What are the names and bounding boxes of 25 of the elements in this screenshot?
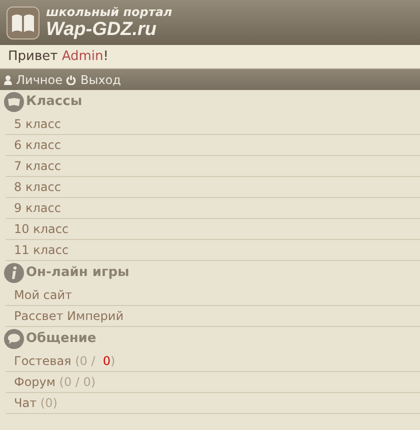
- book-logo-icon[interactable]: [6, 6, 40, 40]
- menu-link[interactable]: 10 класс: [14, 220, 69, 238]
- menu-link[interactable]: 7 класс: [14, 157, 61, 175]
- section-title: Классы: [26, 93, 82, 112]
- menu-link[interactable]: 9 класс: [14, 199, 61, 217]
- nav-link[interactable]: Выход: [66, 70, 121, 88]
- menu-link[interactable]: 8 класс: [14, 178, 61, 196]
- menu-link[interactable]: Форум (0 / 0): [14, 373, 96, 391]
- section-title: Общение: [26, 330, 96, 348]
- menu-link[interactable]: Гостевая (0 / 0): [14, 352, 116, 370]
- greeting-text: Привет Admin!: [8, 48, 108, 66]
- speech-bubble-icon: [4, 329, 24, 349]
- section-title: Он-лайн игры: [26, 264, 130, 282]
- user-icon: [4, 74, 12, 84]
- site-title[interactable]: Wap-GDZ.ru: [46, 20, 172, 39]
- menu-link[interactable]: Мой сайт: [14, 286, 72, 304]
- menu-link[interactable]: 11 класс: [14, 241, 69, 259]
- menu-link[interactable]: Рассвет Империй: [14, 307, 124, 325]
- nav-link[interactable]: Личное: [4, 70, 62, 88]
- power-icon: [66, 74, 76, 84]
- menu-link[interactable]: 6 класс: [14, 136, 61, 154]
- menu-link[interactable]: 5 класс: [14, 115, 61, 133]
- info-icon: [4, 263, 24, 283]
- menu-link[interactable]: Чат (0): [14, 394, 58, 412]
- site-subtitle: школьный портал: [46, 6, 172, 18]
